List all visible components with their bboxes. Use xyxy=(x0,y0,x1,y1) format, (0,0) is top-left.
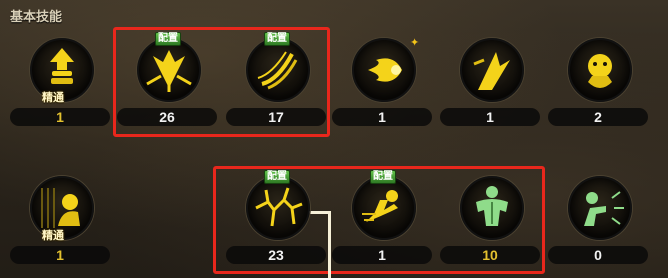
skill-slot-1-1[interactable]: 精通 1 xyxy=(10,26,110,126)
mastery-label: 精通 xyxy=(42,230,64,242)
skill-level: 2 xyxy=(594,109,602,125)
skill-slot-2-5[interactable]: 0 xyxy=(548,164,648,264)
skill-slot-1-6[interactable]: 2 xyxy=(548,26,648,126)
skill-level: 17 xyxy=(268,109,284,125)
skill-level: 1 xyxy=(56,247,64,263)
skill-slot-1-4[interactable]: ✦ 1 xyxy=(332,26,432,126)
equip-badge: 配置 xyxy=(264,32,290,46)
skill-level: 1 xyxy=(378,247,386,263)
skill-slot-1-2[interactable]: 配置 26 xyxy=(117,26,217,126)
skill-connector-line xyxy=(328,211,331,278)
tiger-spirit-icon xyxy=(568,38,632,102)
equip-badge: 配置 xyxy=(370,170,396,184)
skill-slot-1-5[interactable]: 1 xyxy=(440,26,540,126)
skill-slot-1-3[interactable]: 配置 17 xyxy=(226,26,326,126)
fireball-icon xyxy=(352,38,416,102)
claw-slash-icon xyxy=(246,38,310,102)
skill-level: 23 xyxy=(268,247,284,263)
skill-slot-2-4[interactable]: 10 xyxy=(440,164,540,264)
equip-badge: 配置 xyxy=(264,170,290,184)
skill-slot-2-3[interactable]: 配置 1 xyxy=(332,164,432,264)
rising-strike-icon xyxy=(460,38,524,102)
skill-level: 1 xyxy=(56,109,64,125)
mastery-label: 精通 xyxy=(42,92,64,104)
skill-level: 10 xyxy=(482,247,498,263)
sparkle-icon: ✦ xyxy=(410,37,420,49)
muscle-body-icon xyxy=(460,176,524,240)
skill-level: 1 xyxy=(486,109,494,125)
down-burst-icon xyxy=(137,38,201,102)
shockwave-punch-icon xyxy=(568,176,632,240)
equip-badge: 配置 xyxy=(155,32,181,46)
skill-slot-2-1[interactable]: 精通 1 xyxy=(10,164,110,264)
dash-kick-icon xyxy=(352,176,416,240)
skill-slot-2-2[interactable]: 配置 23 xyxy=(226,164,326,264)
skill-level: 0 xyxy=(594,247,602,263)
ground-crack-icon xyxy=(246,176,310,240)
skill-level: 26 xyxy=(159,109,175,125)
skill-level: 1 xyxy=(378,109,386,125)
panel-title: 基本技能 xyxy=(10,9,63,24)
